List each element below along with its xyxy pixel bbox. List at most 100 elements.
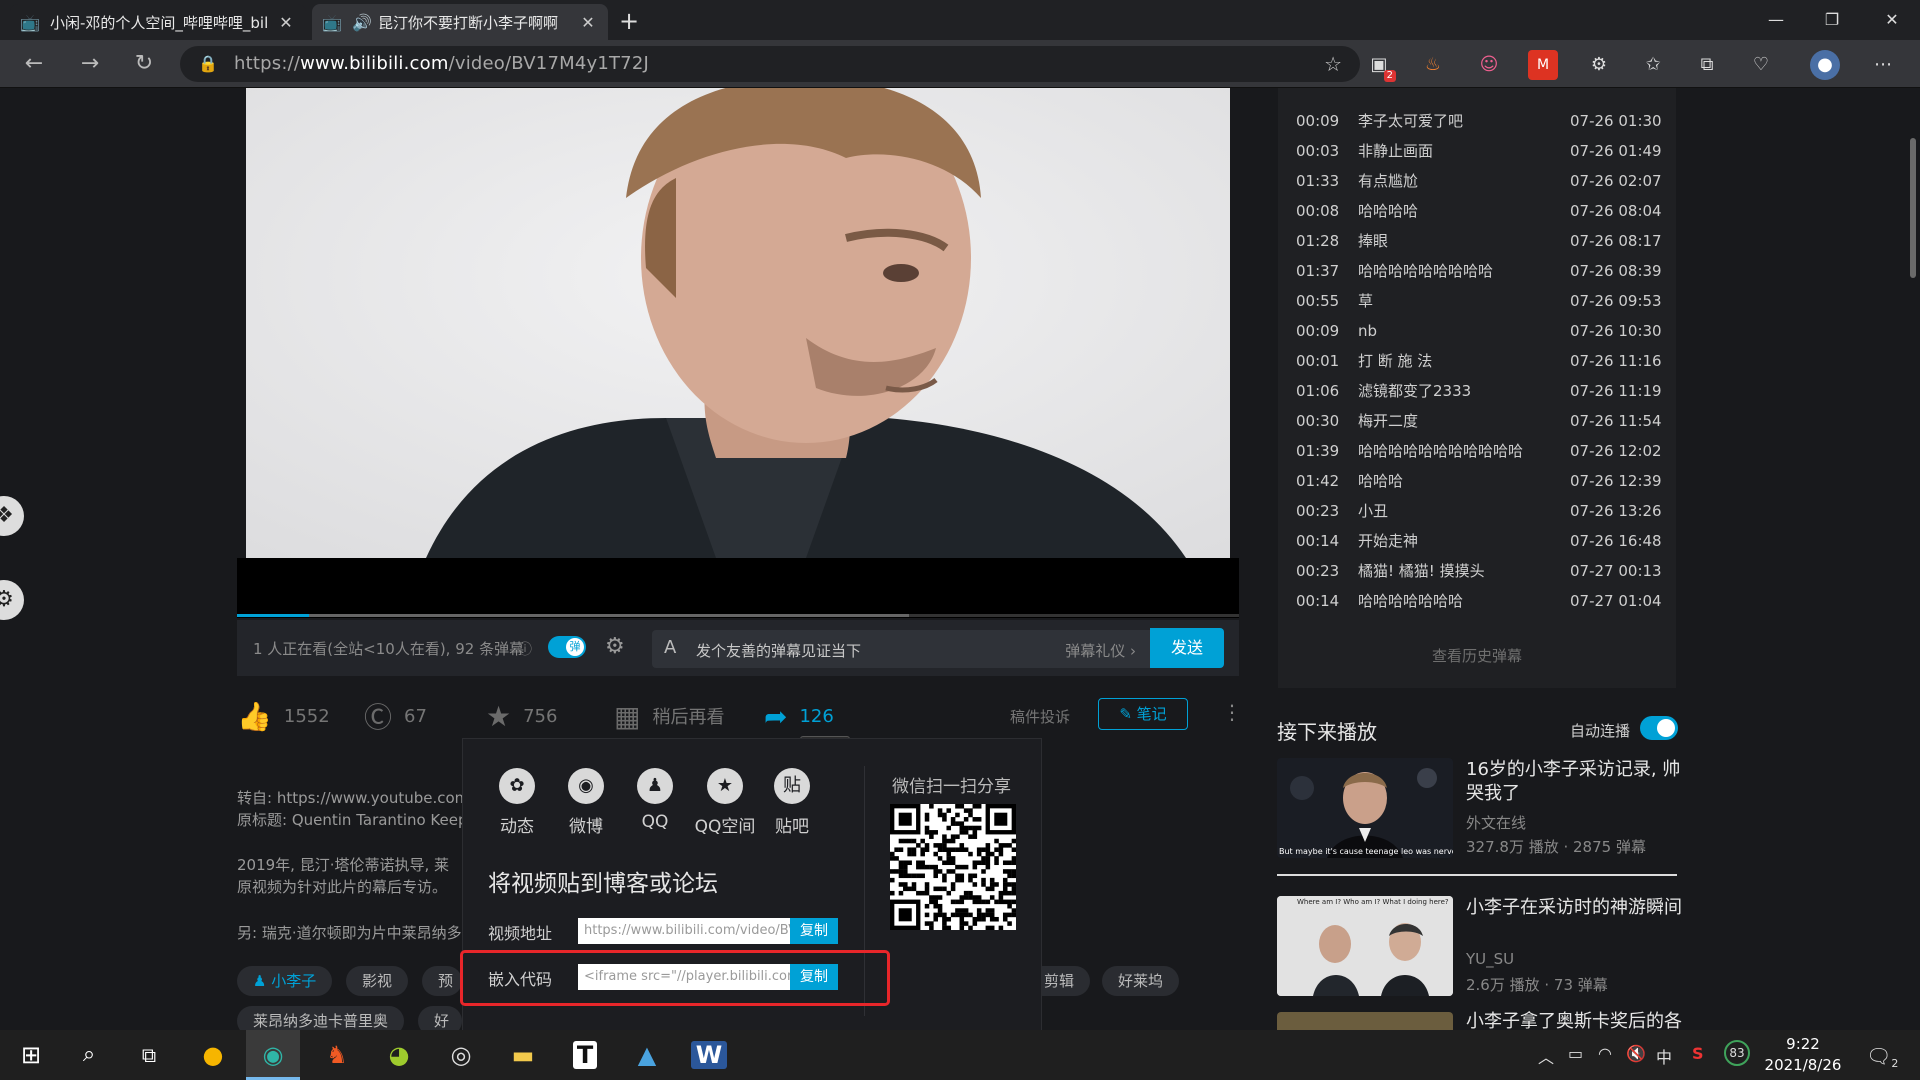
progress-bar[interactable] <box>237 614 1239 617</box>
share-button[interactable]: ➦ 126 <box>764 700 834 733</box>
tag-item[interactable]: 预告 <box>422 966 462 996</box>
back-arrow-icon[interactable]: ← <box>16 48 52 80</box>
app-yellow-circle-icon[interactable]: ● <box>186 1030 240 1080</box>
danmaku-row[interactable]: 00:30 梅开二度 07-26 11:54 <box>1296 406 1680 436</box>
danmaku-row[interactable]: 01:37 哈哈哈哈哈哈哈哈哈 07-26 08:39 <box>1296 256 1680 286</box>
sogou-input-icon[interactable]: S <box>1692 1044 1704 1063</box>
danmaku-row[interactable]: 00:23 小丑 07-26 13:26 <box>1296 496 1680 526</box>
favorites-icon[interactable]: ✩ <box>1638 50 1668 80</box>
share-to-dynamic[interactable]: ✿ 动态 <box>482 768 552 837</box>
new-tab-button[interactable]: + <box>614 6 644 36</box>
extension-flame-icon[interactable]: ♨ <box>1418 50 1448 80</box>
photos-icon[interactable]: ▲ <box>620 1030 674 1080</box>
danmaku-row[interactable]: 00:23 橘猫! 橘猫! 摸摸头 07-27 00:13 <box>1296 556 1680 586</box>
share-to-qzone[interactable]: ★ QQ空间 <box>690 768 760 837</box>
search-icon[interactable]: ⌕ <box>62 1030 116 1080</box>
browser-essentials-icon[interactable]: ♡ <box>1746 50 1776 80</box>
danmaku-row[interactable]: 00:08 哈哈哈哈 07-26 08:04 <box>1296 196 1680 226</box>
video-url-field[interactable]: https://www.bilibili.com/video/BV17M4y1T… <box>578 918 790 944</box>
address-bar[interactable]: 🔒 https://www.bilibili.com/video/BV17M4y… <box>180 46 1360 82</box>
danmaku-settings-icon[interactable]: ⚙ <box>605 634 625 659</box>
send-danmaku-button[interactable]: 发送 <box>1150 628 1224 668</box>
wifi-icon[interactable]: ◠ <box>1598 1044 1612 1063</box>
typora-icon[interactable]: T <box>558 1030 612 1080</box>
share-to-tieba[interactable]: 贴贴吧 <box>757 768 827 837</box>
autoplay-toggle[interactable] <box>1640 716 1678 740</box>
danmaku-etiquette-link[interactable]: 弹幕礼仪 › <box>1065 640 1136 661</box>
close-window-button[interactable]: ✕ <box>1864 0 1920 40</box>
extension-red-icon[interactable]: M <box>1528 50 1558 80</box>
history-danmaku-link[interactable]: 查看历史弹幕 <box>1278 645 1676 666</box>
extension-screen-icon[interactable]: ▣ 2 <box>1364 50 1396 82</box>
forward-arrow-icon[interactable]: → <box>72 48 108 80</box>
share-to-qq[interactable]: ♟ QQ <box>620 768 690 832</box>
more-menu-icon[interactable]: ⋯ <box>1868 50 1898 80</box>
danmaku-row[interactable]: 00:01 打 断 施 法 07-26 11:16 <box>1296 346 1680 376</box>
danmaku-row[interactable]: 00:14 开始走神 07-26 16:48 <box>1296 526 1680 556</box>
edge-dev-icon[interactable]: ◉ <box>246 1030 300 1080</box>
battery-percent-badge[interactable]: 83 <box>1724 1040 1750 1066</box>
tag-item[interactable]: 好莱坞 <box>1102 966 1180 996</box>
recommended-uploader[interactable]: YU_SU <box>1466 950 1514 968</box>
close-icon[interactable]: ✕ <box>276 13 296 32</box>
font-style-icon[interactable]: A <box>664 637 676 658</box>
help-icon[interactable]: ⓘ <box>518 639 532 659</box>
favorite-star-icon[interactable]: ☆ <box>1324 52 1342 76</box>
page-scrollbar[interactable] <box>1910 138 1916 278</box>
profile-avatar-icon[interactable]: ● <box>1810 50 1840 80</box>
danmaku-row[interactable]: 01:06 滤镜都变了2333 07-26 11:19 <box>1296 376 1680 406</box>
recommended-title[interactable]: 小李子在采访时的神游瞬间 <box>1466 896 1686 920</box>
danmaku-row[interactable]: 00:14 哈哈哈哈哈哈哈 07-27 01:04 <box>1296 586 1680 616</box>
recommended-title[interactable]: 小李子拿了奥斯卡奖后的各 <box>1466 1010 1686 1030</box>
speaker-icon[interactable]: 🔊 <box>352 12 372 32</box>
close-icon[interactable]: ✕ <box>578 13 598 32</box>
minimize-button[interactable]: — <box>1748 0 1804 40</box>
danmaku-row[interactable]: 00:03 非静止画面 07-26 01:49 <box>1296 136 1680 166</box>
brave-icon[interactable]: ♞ <box>310 1030 364 1080</box>
note-button[interactable]: ✎ 笔记 <box>1098 698 1188 730</box>
video-frame[interactable] <box>246 88 1230 558</box>
media-player-icon[interactable]: ◎ <box>434 1030 488 1080</box>
danmaku-row[interactable]: 01:28 捧眼 07-26 08:17 <box>1296 226 1680 256</box>
collections-icon[interactable]: ⧉ <box>1692 50 1722 80</box>
recommended-thumbnail[interactable]: But maybe it's cause teenage leo was ner… <box>1277 758 1453 858</box>
danmaku-row[interactable]: 01:33 有点尴尬 07-26 02:07 <box>1296 166 1680 196</box>
extension-cat-icon[interactable]: ☺ <box>1474 50 1504 80</box>
tab-profile[interactable]: 📺 小闲-邓的个人空间_哔哩哔哩_bilibili ✕ <box>10 4 306 40</box>
tab-video[interactable]: 📺 🔊 昆汀你不要打断小李子啊啊 ✕ <box>312 4 608 40</box>
danmaku-toggle[interactable]: 弹 <box>548 636 586 658</box>
task-view-icon[interactable]: ⧉ <box>122 1030 176 1080</box>
coin-button[interactable]: Ⓒ 67 <box>364 700 427 734</box>
app-green-yellow-icon[interactable]: ◕ <box>372 1030 426 1080</box>
watch-later-button[interactable]: ▦ 稍后再看 <box>614 700 724 733</box>
tray-chevron-icon[interactable]: ︿ <box>1538 1044 1554 1068</box>
danmaku-row[interactable]: 00:55 草 07-26 09:53 <box>1296 286 1680 316</box>
notification-center-icon[interactable]: 🗨2 <box>1866 1044 1898 1070</box>
danmaku-row[interactable]: 01:39 哈哈哈哈哈哈哈哈哈哈哈 07-26 12:02 <box>1296 436 1680 466</box>
danmaku-input[interactable]: A 发个友善的弹幕见证当下 弹幕礼仪 › <box>652 630 1150 668</box>
report-link[interactable]: 稿件投诉 <box>1010 706 1070 727</box>
windows-start-icon[interactable]: ⊞ <box>4 1030 58 1080</box>
copy-url-button[interactable]: 复制 <box>790 918 838 944</box>
word-icon[interactable]: W <box>682 1030 736 1080</box>
volume-muted-icon[interactable]: 🔇 <box>1626 1044 1646 1063</box>
recommended-thumbnail[interactable]: Where am I? Who am I? What I doing here? <box>1277 896 1453 996</box>
system-clock[interactable]: 9:22 2021/8/26 <box>1758 1034 1848 1076</box>
danmaku-row[interactable]: 00:09 nb 07-26 10:30 <box>1296 316 1680 346</box>
favorite-button[interactable]: ★ 756 <box>486 700 557 733</box>
recommended-thumbnail[interactable] <box>1277 1012 1453 1030</box>
more-options-icon[interactable]: ⋮ <box>1222 700 1242 724</box>
url-text[interactable]: https://www.bilibili.com/video/BV17M4y1T… <box>234 53 649 74</box>
restore-button[interactable]: ❐ <box>1804 0 1860 40</box>
like-button[interactable]: 👍 1552 <box>237 700 330 733</box>
reload-icon[interactable]: ↻ <box>126 48 162 80</box>
tag-item[interactable]: 影视 <box>346 966 409 996</box>
tag-item[interactable]: ♟ 小李子 <box>237 966 333 996</box>
file-explorer-icon[interactable]: ▬ <box>496 1030 550 1080</box>
battery-icon[interactable]: ▭ <box>1568 1044 1583 1063</box>
danmaku-row[interactable]: 00:09 李子太可爱了吧 07-26 01:30 <box>1296 106 1680 136</box>
share-to-weibo[interactable]: ◉ 微博 <box>551 768 621 837</box>
recommended-uploader[interactable]: 外文在线 <box>1466 812 1526 833</box>
recommended-title[interactable]: 16岁的小李子采访记录, 帅哭我了 <box>1466 758 1686 806</box>
ime-indicator[interactable]: 中 <box>1656 1044 1672 1068</box>
